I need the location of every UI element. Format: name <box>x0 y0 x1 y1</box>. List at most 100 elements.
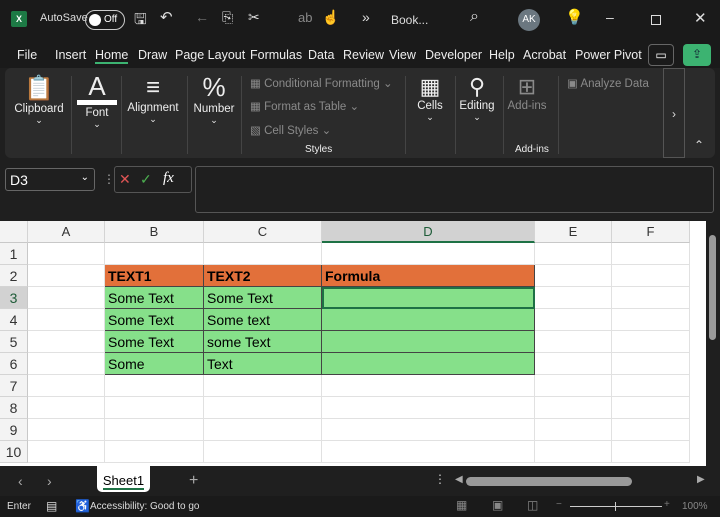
back-icon[interactable]: ← <box>195 9 209 25</box>
cell[interactable] <box>204 441 322 463</box>
accessibility-icon[interactable]: ♿ <box>75 499 90 513</box>
share-button[interactable]: ⇪ <box>683 44 711 66</box>
column-header[interactable]: F <box>612 221 690 243</box>
cell[interactable] <box>105 441 204 463</box>
autosave-toggle[interactable]: Off <box>85 10 125 30</box>
cell-styles-button[interactable]: ▧ Cell Styles ⌄ <box>250 123 331 137</box>
column-header[interactable]: A <box>28 221 105 243</box>
cell[interactable] <box>612 397 690 419</box>
enter-check-icon[interactable]: ✓ <box>140 171 152 188</box>
cell[interactable] <box>28 331 105 353</box>
row-header[interactable]: 3 <box>0 287 28 309</box>
column-header[interactable]: E <box>535 221 612 243</box>
addins-button[interactable]: ⊞ Add-ins <box>507 74 547 112</box>
row-header[interactable]: 6 <box>0 353 28 375</box>
cell[interactable] <box>28 353 105 375</box>
cell[interactable] <box>535 397 612 419</box>
cell[interactable] <box>28 419 105 441</box>
cell[interactable] <box>612 419 690 441</box>
cell[interactable] <box>322 243 535 265</box>
page-break-view-icon[interactable]: ◫ <box>527 498 538 512</box>
editing-button[interactable]: ⚲ Editing ⌄ <box>457 74 497 123</box>
formula-input[interactable] <box>195 166 714 213</box>
macro-record-icon[interactable]: ▤ <box>46 499 57 513</box>
tab-draw[interactable]: Draw <box>138 48 167 62</box>
clipboard-button[interactable]: 📋 Clipboard ⌄ <box>13 74 65 126</box>
cancel-icon[interactable]: ✕ <box>119 171 131 188</box>
maximize-icon[interactable] <box>651 15 661 25</box>
cell[interactable] <box>535 243 612 265</box>
row-header[interactable]: 1 <box>0 243 28 265</box>
cell[interactable] <box>204 375 322 397</box>
cell[interactable] <box>105 397 204 419</box>
accessibility-status[interactable]: Accessibility: Good to go <box>90 501 200 512</box>
cell[interactable] <box>28 397 105 419</box>
cell[interactable] <box>612 331 690 353</box>
cell[interactable] <box>28 243 105 265</box>
select-all-button[interactable] <box>0 221 28 243</box>
cell[interactable] <box>322 441 535 463</box>
cell[interactable]: Some <box>105 353 204 375</box>
cell[interactable] <box>105 243 204 265</box>
cell[interactable] <box>322 331 535 353</box>
avatar[interactable]: AK <box>518 9 540 31</box>
cell[interactable] <box>105 419 204 441</box>
cell[interactable]: Text <box>204 353 322 375</box>
cell[interactable]: TEXT2 <box>204 265 322 287</box>
close-icon[interactable]: ✕ <box>694 9 707 27</box>
cell[interactable] <box>612 287 690 309</box>
number-button[interactable]: % Number ⌄ <box>192 72 236 126</box>
collapse-ribbon-icon[interactable]: ⌃ <box>694 138 704 152</box>
lightbulb-icon[interactable]: 💡 <box>565 8 584 26</box>
touch-mode-icon[interactable]: ☝ <box>322 9 339 26</box>
cell[interactable] <box>322 353 535 375</box>
cell[interactable]: some Text <box>204 331 322 353</box>
name-box[interactable]: D3 ⌄ <box>5 168 95 191</box>
cell[interactable] <box>612 243 690 265</box>
zoom-level[interactable]: 100% <box>682 501 708 512</box>
tab-view[interactable]: View <box>389 48 416 62</box>
cell[interactable] <box>612 375 690 397</box>
cell[interactable] <box>535 441 612 463</box>
normal-view-icon[interactable]: ▦ <box>456 498 467 512</box>
row-header[interactable]: 7 <box>0 375 28 397</box>
insert-function-button[interactable]: fx <box>163 170 174 187</box>
cell[interactable] <box>612 353 690 375</box>
sheet-tab-sheet1[interactable]: Sheet1 <box>97 466 150 492</box>
tab-acrobat[interactable]: Acrobat <box>523 48 566 62</box>
prev-sheet-icon[interactable]: ‹ <box>18 473 23 489</box>
zoom-slider[interactable] <box>570 502 662 511</box>
scroll-right-icon[interactable]: ▶ <box>697 474 705 485</box>
cell[interactable]: Some Text <box>105 309 204 331</box>
cell[interactable]: Some text <box>204 309 322 331</box>
cell[interactable] <box>612 265 690 287</box>
row-header[interactable]: 2 <box>0 265 28 287</box>
more-commands-icon[interactable]: » <box>362 9 370 25</box>
vertical-scrollbar[interactable] <box>706 221 720 466</box>
row-header[interactable]: 10 <box>0 441 28 463</box>
analyze-data-button[interactable]: ▣ Analyze Data <box>567 76 649 90</box>
cell[interactable]: Formula <box>322 265 535 287</box>
comments-button[interactable]: ▭ <box>648 44 674 66</box>
cell[interactable] <box>535 353 612 375</box>
tab-insert[interactable]: Insert <box>55 48 86 62</box>
add-sheet-button[interactable]: + <box>189 472 198 490</box>
tab-help[interactable]: Help <box>489 48 515 62</box>
cell[interactable] <box>105 375 204 397</box>
cell[interactable] <box>28 265 105 287</box>
row-header[interactable]: 4 <box>0 309 28 331</box>
cell[interactable] <box>204 419 322 441</box>
spelling-icon[interactable]: ab <box>298 10 312 25</box>
tab-formulas[interactable]: Formulas <box>250 48 302 62</box>
format-as-table-button[interactable]: ▦ Format as Table ⌄ <box>250 99 359 113</box>
zoom-out-icon[interactable]: − <box>556 499 562 510</box>
cell[interactable]: Some Text <box>204 287 322 309</box>
minimize-icon[interactable]: – <box>606 9 614 25</box>
font-button[interactable]: A Font ⌄ <box>77 72 117 130</box>
cell[interactable] <box>612 309 690 331</box>
cell[interactable] <box>28 287 105 309</box>
horizontal-scroll-thumb[interactable] <box>466 477 632 486</box>
zoom-in-icon[interactable]: + <box>664 499 670 510</box>
column-header[interactable]: C <box>204 221 322 243</box>
cell[interactable]: TEXT1 <box>105 265 204 287</box>
